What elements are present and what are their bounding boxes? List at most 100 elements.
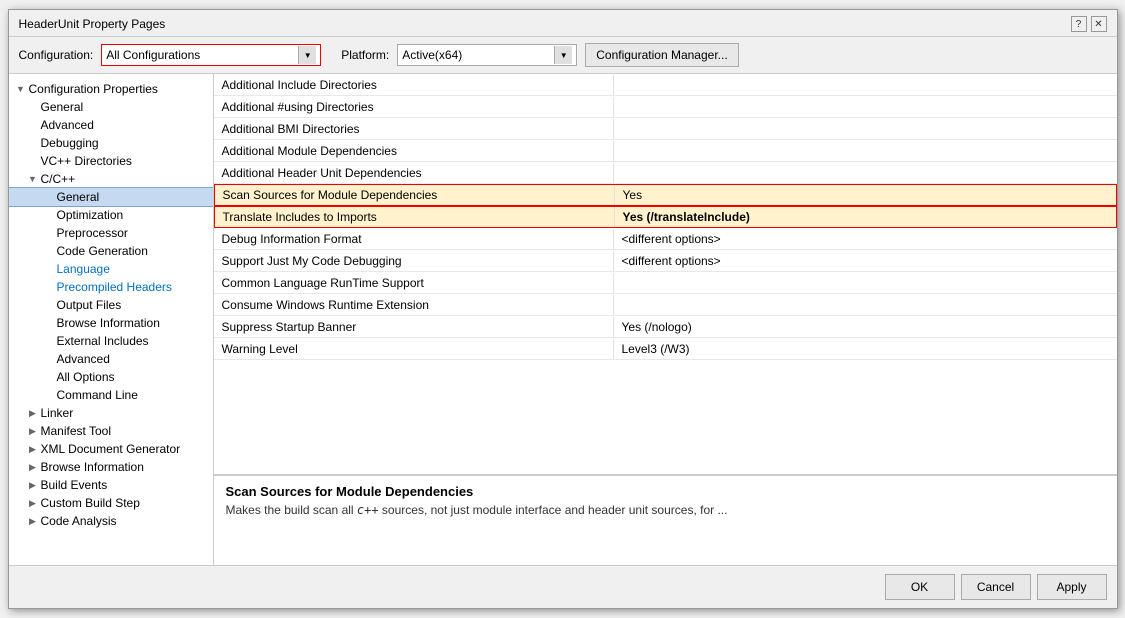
apply-button[interactable]: Apply: [1037, 574, 1107, 600]
prop-value-just-my-code: <different options>: [614, 251, 1117, 271]
expand-icon-custom: ▶: [25, 495, 41, 511]
tree-label-config-props: Configuration Properties: [29, 82, 158, 96]
spacer-ext: [41, 333, 57, 349]
prop-name-add-include: Additional Include Directories: [214, 75, 614, 95]
platform-combo[interactable]: Active(x64) ▼: [397, 44, 577, 66]
prop-value-add-bmi: [614, 126, 1117, 132]
configuration-manager-button[interactable]: Configuration Manager...: [585, 43, 738, 67]
spacer-general: [25, 99, 41, 115]
tree-row-ext-includes[interactable]: External Includes: [9, 332, 213, 350]
tree-label-output-files: Output Files: [57, 298, 122, 312]
table-row[interactable]: Additional BMI Directories: [214, 118, 1117, 140]
spacer-cpp-general: [41, 189, 57, 205]
tree-row-language[interactable]: Language: [9, 260, 213, 278]
close-button[interactable]: ✕: [1091, 16, 1107, 32]
tree-row-cpp-advanced[interactable]: Advanced: [9, 350, 213, 368]
tree-row-custom-build[interactable]: ▶ Custom Build Step: [9, 494, 213, 512]
tree-label-preprocessor: Preprocessor: [57, 226, 128, 240]
tree-label-optimization: Optimization: [57, 208, 124, 222]
tree-row-manifest[interactable]: ▶ Manifest Tool: [9, 422, 213, 440]
ok-button[interactable]: OK: [885, 574, 955, 600]
tree-row-preprocessor[interactable]: Preprocessor: [9, 224, 213, 242]
tree-row-code-analysis[interactable]: ▶ Code Analysis: [9, 512, 213, 530]
prop-name-warning-level: Warning Level: [214, 339, 614, 359]
prop-name-just-my-code: Support Just My Code Debugging: [214, 251, 614, 271]
tree-row-browse-info-cpp[interactable]: Browse Information: [9, 314, 213, 332]
configuration-value: All Configurations: [106, 48, 298, 62]
table-row[interactable]: Debug Information Format <different opti…: [214, 228, 1117, 250]
table-row[interactable]: Suppress Startup Banner Yes (/nologo): [214, 316, 1117, 338]
description-title: Scan Sources for Module Dependencies: [226, 484, 1105, 499]
tree-row-general[interactable]: General: [9, 98, 213, 116]
tree-row-debugging[interactable]: Debugging: [9, 134, 213, 152]
spacer-browse-cpp: [41, 315, 57, 331]
prop-value-translate-inc: Yes (/translateInclude): [615, 207, 1116, 227]
platform-dropdown-arrow[interactable]: ▼: [554, 46, 572, 64]
tree-row-vc-dirs[interactable]: VC++ Directories: [9, 152, 213, 170]
prop-value-scan-sources: Yes: [615, 185, 1116, 205]
tree-row-optimization[interactable]: Optimization: [9, 206, 213, 224]
table-row[interactable]: Support Just My Code Debugging <differen…: [214, 250, 1117, 272]
tree-row-xml-doc[interactable]: ▶ XML Document Generator: [9, 440, 213, 458]
help-button[interactable]: ?: [1071, 16, 1087, 32]
prop-value-add-include: [614, 82, 1117, 88]
tree-label-build-events: Build Events: [41, 478, 108, 492]
configuration-combo[interactable]: All Configurations ▼: [101, 44, 321, 66]
tree-label-custom-build: Custom Build Step: [41, 496, 140, 510]
spacer-output: [41, 297, 57, 313]
tree-row-browse-info-top[interactable]: ▶ Browse Information: [9, 458, 213, 476]
table-row[interactable]: Common Language RunTime Support: [214, 272, 1117, 294]
prop-name-suppress: Suppress Startup Banner: [214, 317, 614, 337]
tree-label-browse-info-top: Browse Information: [41, 460, 144, 474]
tree-label-vc-dirs: VC++ Directories: [41, 154, 132, 168]
tree-row-precomp[interactable]: Precompiled Headers: [9, 278, 213, 296]
tree-row-advanced-top[interactable]: Advanced: [9, 116, 213, 134]
prop-name-add-bmi: Additional BMI Directories: [214, 119, 614, 139]
platform-label: Platform:: [341, 48, 389, 62]
dialog-title: HeaderUnit Property Pages: [19, 17, 166, 31]
tree-row-cpp-general[interactable]: General: [9, 188, 213, 206]
title-bar-controls: ? ✕: [1071, 16, 1107, 32]
prop-value-warning-level: Level3 (/W3): [614, 339, 1117, 359]
tree-row-output-files[interactable]: Output Files: [9, 296, 213, 314]
expand-icon-code-analysis: ▶: [25, 513, 41, 529]
tree-row-code-gen[interactable]: Code Generation: [9, 242, 213, 260]
expand-icon-config-props: ▼: [13, 81, 29, 97]
tree-label-all-options: All Options: [57, 370, 115, 384]
tree-label-xml-doc: XML Document Generator: [41, 442, 181, 456]
description-panel: Scan Sources for Module Dependencies Mak…: [214, 475, 1117, 565]
table-row[interactable]: Consume Windows Runtime Extension: [214, 294, 1117, 316]
table-row-translate-inc[interactable]: Translate Includes to Imports Yes (/tran…: [214, 206, 1117, 228]
table-row[interactable]: Additional Header Unit Dependencies: [214, 162, 1117, 184]
prop-name-translate-inc: Translate Includes to Imports: [215, 207, 615, 227]
table-row[interactable]: Additional Include Directories: [214, 74, 1117, 96]
tree-label-debugging: Debugging: [41, 136, 99, 150]
tree-row-build-events[interactable]: ▶ Build Events: [9, 476, 213, 494]
cancel-button[interactable]: Cancel: [961, 574, 1031, 600]
tree-label-cpp-advanced: Advanced: [57, 352, 110, 366]
table-row[interactable]: Additional Module Dependencies: [214, 140, 1117, 162]
property-pages-dialog: HeaderUnit Property Pages ? ✕ Configurat…: [8, 9, 1118, 609]
prop-name-scan-sources: Scan Sources for Module Dependencies: [215, 185, 615, 205]
tree-label-ext-includes: External Includes: [57, 334, 149, 348]
spacer-codegen: [41, 243, 57, 259]
configuration-dropdown-arrow[interactable]: ▼: [298, 46, 316, 64]
configuration-label: Configuration:: [19, 48, 94, 62]
tree-row-all-options[interactable]: All Options: [9, 368, 213, 386]
expand-icon-cpp: ▼: [25, 171, 41, 187]
spacer-advanced: [25, 117, 41, 133]
tree-label-precomp: Precompiled Headers: [57, 280, 172, 294]
tree-row-command-line[interactable]: Command Line: [9, 386, 213, 404]
table-row-scan-sources[interactable]: Scan Sources for Module Dependencies Yes: [214, 184, 1117, 206]
spacer-preprocessor: [41, 225, 57, 241]
footer: OK Cancel Apply: [9, 565, 1117, 608]
tree-row-cpp[interactable]: ▼ C/C++: [9, 170, 213, 188]
tree-row-linker[interactable]: ▶ Linker: [9, 404, 213, 422]
table-row[interactable]: Warning Level Level3 (/W3): [214, 338, 1117, 360]
prop-name-clr: Common Language RunTime Support: [214, 273, 614, 293]
spacer-cpp-adv: [41, 351, 57, 367]
tree-row-config-props[interactable]: ▼ Configuration Properties: [9, 80, 213, 98]
sidebar-tree: ▼ Configuration Properties General Advan…: [9, 74, 214, 565]
prop-name-add-header: Additional Header Unit Dependencies: [214, 163, 614, 183]
table-row[interactable]: Additional #using Directories: [214, 96, 1117, 118]
